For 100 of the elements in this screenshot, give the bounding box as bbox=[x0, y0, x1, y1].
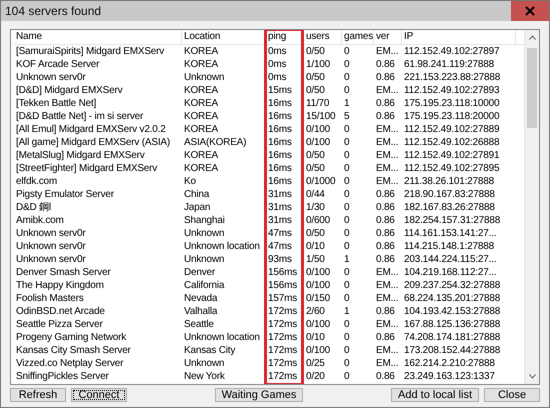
table-cell-text: Unknown bbox=[183, 357, 226, 370]
table-cell-text: Foolish Masters bbox=[15, 292, 85, 305]
table-cell-text: Nevada bbox=[183, 292, 218, 305]
table-cell-text: 16ms bbox=[267, 136, 293, 149]
table-cell-text: EM... bbox=[375, 162, 400, 175]
table-cell-text: 61.98.241.119:27888 bbox=[403, 58, 495, 71]
table-cell-text: 0/44 bbox=[305, 188, 326, 201]
table-cell-text: Seattle Pizza Server bbox=[15, 318, 104, 331]
table-cell-text: 0/600 bbox=[305, 214, 332, 227]
table-cell-text: 221.153.223.88:27888 bbox=[403, 71, 502, 84]
dialog-button[interactable]: Refresh bbox=[10, 388, 66, 402]
table-cell-text: 172ms bbox=[267, 305, 298, 318]
table-cell-text: 0 bbox=[343, 201, 350, 214]
table-cell-text: EM... bbox=[375, 357, 400, 370]
table-cell-text: SniffingPickles Server bbox=[15, 370, 110, 383]
column-header[interactable]: ping bbox=[266, 30, 304, 44]
table-cell-text: 74.208.174.181:27888 bbox=[403, 331, 502, 344]
table-cell-text: 0 bbox=[343, 71, 350, 84]
table-cell-text: 0/50 bbox=[305, 162, 326, 175]
table-cell-text: 16ms bbox=[267, 123, 293, 136]
table-cell-text: 182.254.157.31:27888 bbox=[403, 214, 502, 227]
table-cell-text: Denver Smash Server bbox=[15, 266, 112, 279]
table-cell-text: 172ms bbox=[267, 370, 298, 383]
table-cell-text: 112.152.49.102:27897 bbox=[403, 45, 500, 58]
dialog-button[interactable]: Connect bbox=[71, 388, 127, 402]
table-cell-text: 0/100 bbox=[305, 279, 332, 292]
table-cell-text: [StreetFighter] Midgard EMXServ bbox=[15, 162, 158, 175]
table-cell-text: KOREA bbox=[183, 97, 220, 110]
table-cell-text: 0/50 bbox=[305, 45, 326, 58]
table-cell-text: 0.86 bbox=[375, 214, 396, 227]
table-cell-text: 0 bbox=[343, 331, 350, 344]
table-cell-text: [All game] Midgard EMXServ (ASIA) bbox=[15, 136, 172, 149]
dialog-button[interactable]: Close bbox=[484, 388, 540, 402]
scroll-down-icon bbox=[528, 374, 536, 379]
table-cell-text: [Tekken Battle Net] bbox=[15, 97, 98, 110]
table-cell-text: EM... bbox=[375, 344, 400, 357]
table-cell-text: 104.193.42.153:27888 bbox=[403, 305, 502, 318]
table-cell-text: 209.237.254.32:27888 bbox=[403, 279, 502, 292]
scrollbar-thumb[interactable] bbox=[527, 48, 537, 128]
table-cell-text: Unknown bbox=[183, 71, 226, 84]
table-cell-text: 47ms bbox=[267, 240, 293, 253]
table-cell-text: EM... bbox=[375, 84, 400, 97]
table-cell-text: 0 bbox=[343, 214, 350, 227]
table-cell-text: 173.208.152.44:27888 bbox=[403, 344, 502, 357]
table-cell-text: 0/50 bbox=[305, 227, 326, 240]
table-cell-text: The Happy Kingdom bbox=[15, 279, 105, 292]
column-header[interactable]: Name bbox=[14, 30, 182, 44]
column-header[interactable]: IP bbox=[402, 30, 516, 44]
table-cell-text: 0/150 bbox=[305, 292, 332, 305]
table-cell-text: Progeny Gaming Network bbox=[15, 331, 128, 344]
table-cell-text: [All Emul] Midgard EMXServ v2.0.2 bbox=[15, 123, 167, 136]
table-cell-text: 16ms bbox=[267, 175, 293, 188]
table-cell-text: 0ms bbox=[267, 71, 288, 84]
close-button[interactable] bbox=[511, 1, 549, 21]
table-cell-text: 172ms bbox=[267, 331, 298, 344]
dialog-button[interactable]: Waiting Games bbox=[214, 388, 304, 402]
column-header[interactable]: Location bbox=[182, 30, 266, 44]
table-cell-text: Unknown serv0r bbox=[15, 71, 86, 84]
table-cell-text: Amibk.com bbox=[15, 214, 65, 227]
column-header[interactable]: games bbox=[342, 30, 374, 44]
table-cell-text: 0 bbox=[343, 292, 350, 305]
table-cell-text: 0.86 bbox=[375, 110, 396, 123]
table-cell-text: 1 bbox=[343, 97, 350, 110]
table-cell-text: 0 bbox=[343, 45, 350, 58]
scrollbar[interactable] bbox=[524, 30, 539, 384]
table-cell-text: [SamuraiSpirits] Midgard EMXServ bbox=[15, 45, 166, 58]
dialog-button[interactable]: Add to local list bbox=[391, 388, 479, 402]
table-cell-text: 0/100 bbox=[305, 123, 332, 136]
table-cell-text: EM... bbox=[375, 149, 400, 162]
table-cell-text: 172ms bbox=[267, 318, 298, 331]
table-cell-text: 0/1000 bbox=[305, 175, 336, 188]
table-cell-text: 0.86 bbox=[375, 97, 396, 110]
table-cell-text: 104.219.168.112:27... bbox=[403, 266, 498, 279]
table-cell-text: D&D 鋼l bbox=[15, 201, 52, 214]
table-cell-text: 47ms bbox=[267, 227, 293, 240]
table-cell-text: 0/50 bbox=[305, 84, 326, 97]
table-cell-text: 0 bbox=[343, 344, 350, 357]
table-cell-text: 112.152.49.102:26888 bbox=[403, 136, 500, 149]
table-cell-text: Unknown serv0r bbox=[15, 227, 86, 240]
table-cell-text: 5 bbox=[343, 110, 350, 123]
table-cell-text: 167.88.125.136:27888 bbox=[403, 318, 502, 331]
column-header[interactable]: users bbox=[304, 30, 342, 44]
table-cell-text: KOREA bbox=[183, 123, 220, 136]
table-cell-text: 0/100 bbox=[305, 136, 332, 149]
table-cell-text: Japan bbox=[183, 201, 212, 214]
column-header[interactable]: ver bbox=[374, 30, 402, 44]
table-cell-text: 0.86 bbox=[375, 188, 396, 201]
table-cell-text: Valhalla bbox=[183, 305, 218, 318]
table-cell-text: 0 bbox=[343, 58, 350, 71]
table-cell-text: Unknown bbox=[183, 253, 226, 266]
table-cell-text: 162.214.2.210:27888 bbox=[403, 357, 496, 370]
table-cell-text: Unknown bbox=[183, 227, 226, 240]
table-cell-text: KOREA bbox=[183, 149, 220, 162]
table-cell-text: 211.38.26.101:27888 bbox=[403, 175, 495, 188]
table-cell-text: 0 bbox=[343, 279, 350, 292]
table-cell-text: KOREA bbox=[183, 84, 220, 97]
table-cell-text: 0.86 bbox=[375, 71, 396, 84]
table-cell-text: 23.249.163.123:1337 bbox=[403, 370, 496, 383]
table-cell-text: KOREA bbox=[183, 45, 220, 58]
table-cell-text: 0/25 bbox=[305, 357, 326, 370]
